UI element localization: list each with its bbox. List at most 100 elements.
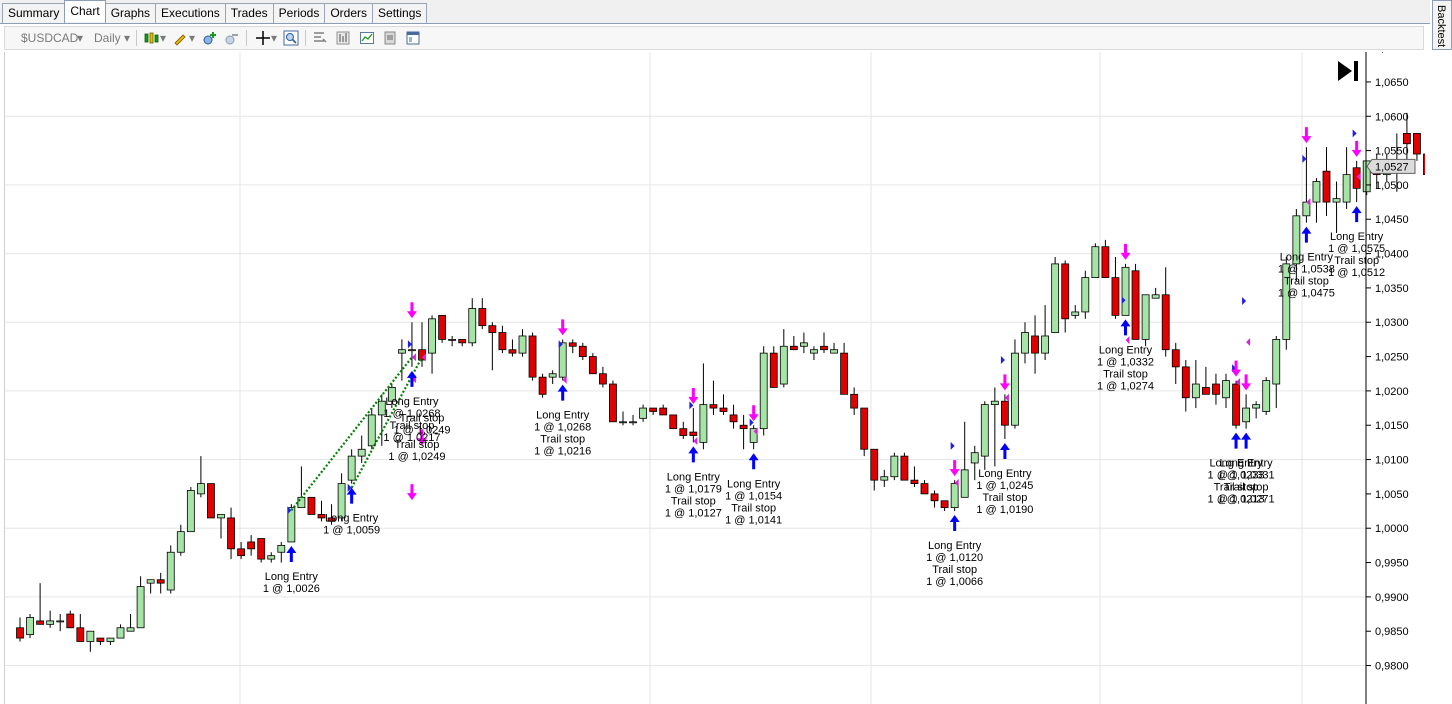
entry-arrow-icon bbox=[557, 384, 568, 401]
candlestick-icon[interactable] bbox=[143, 30, 159, 46]
candle-body bbox=[1141, 294, 1150, 340]
candle-body bbox=[116, 627, 125, 639]
tab-graphs[interactable]: Graphs bbox=[104, 3, 157, 23]
entry-fill-marker bbox=[950, 441, 955, 450]
crosshair-icon[interactable] bbox=[255, 30, 271, 46]
tab-executions[interactable]: Executions bbox=[155, 3, 226, 23]
candle-body bbox=[1131, 270, 1140, 340]
trade-annotation: Trail stop bbox=[731, 502, 776, 514]
candle-body bbox=[659, 407, 668, 416]
candlestick-dropdown-arrow-icon[interactable]: ▾ bbox=[160, 29, 166, 47]
candle-body bbox=[960, 469, 969, 498]
candle-body bbox=[428, 318, 436, 354]
y-tick-label: 1,0000 bbox=[1375, 523, 1409, 535]
candle-body bbox=[488, 325, 497, 333]
pencil-dropdown-arrow-icon[interactable]: ▾ bbox=[189, 29, 195, 47]
trade-annotation: Trail stop bbox=[390, 420, 435, 432]
candle-body bbox=[1403, 133, 1411, 145]
chart-panel[interactable]: Long Entry 1 @ 1,0026 Trail stop 1 @ 1,0249… bbox=[4, 52, 1425, 704]
candle-body bbox=[950, 483, 959, 509]
entry-fill-marker bbox=[1000, 356, 1005, 364]
candle-body bbox=[26, 617, 34, 636]
candle-body bbox=[86, 630, 95, 642]
y-tick-label: 1,0450 bbox=[1375, 214, 1409, 226]
tab-settings[interactable]: Settings bbox=[372, 3, 428, 23]
tab-trades[interactable]: Trades bbox=[224, 3, 274, 23]
bar-style-icon[interactable] bbox=[335, 30, 351, 46]
trade-annotation: 1 @ 1,0217 bbox=[383, 432, 440, 444]
tab-summary[interactable]: Summary bbox=[2, 3, 66, 23]
zoom-in-icon[interactable] bbox=[202, 30, 218, 46]
candle-body bbox=[689, 431, 698, 436]
price-chart[interactable]: Long Entry1 @ 1,0026Trail stop1 @ 1,0249… bbox=[5, 52, 1425, 704]
candle-body bbox=[1031, 335, 1039, 354]
exit-fill-marker bbox=[1125, 336, 1130, 345]
candle-body bbox=[1061, 263, 1070, 320]
entry-arrow-icon bbox=[748, 453, 759, 470]
data-box-icon[interactable] bbox=[382, 30, 398, 46]
panel-icon[interactable] bbox=[405, 30, 421, 46]
trade-annotation: 1 @ 1,0332 bbox=[1097, 356, 1154, 368]
exit-fill-marker bbox=[693, 437, 698, 446]
entry-fill-marker bbox=[1302, 154, 1307, 163]
candle-body bbox=[548, 373, 557, 378]
candle-body bbox=[166, 551, 175, 591]
y-tick-label: 1,0250 bbox=[1375, 352, 1409, 364]
candle-body bbox=[1242, 407, 1250, 423]
candle-body bbox=[1262, 380, 1271, 412]
candle-body bbox=[588, 356, 597, 375]
candle-body bbox=[16, 627, 24, 639]
trade-annotation: 1 @ 1,0475 bbox=[1278, 288, 1335, 300]
candle-body bbox=[1312, 181, 1321, 203]
y-tick-label: 1,0700 bbox=[1375, 52, 1409, 55]
chart-toolbar: $USDCAD ▾ Daily ▾ ▾ ▾ ▾ bbox=[4, 26, 1424, 50]
chart-area-icon[interactable] bbox=[359, 30, 375, 46]
symbol-dropdown-arrow-icon[interactable]: ▾ bbox=[77, 29, 83, 47]
last-price-label: 1,0527 bbox=[1375, 161, 1409, 173]
candle-body bbox=[578, 345, 587, 357]
tab-orders[interactable]: Orders bbox=[324, 3, 374, 23]
toolbar-separator bbox=[246, 30, 247, 46]
y-tick-label: 0,9850 bbox=[1375, 626, 1409, 638]
trade-annotation: Trail stop bbox=[1284, 276, 1329, 288]
candle-body bbox=[1342, 174, 1351, 203]
period-dropdown-arrow-icon[interactable]: ▾ bbox=[124, 29, 130, 47]
entry-fill-marker bbox=[1242, 296, 1247, 305]
candle-body bbox=[508, 349, 517, 354]
candle-body bbox=[357, 448, 366, 457]
exit-arrow-icon bbox=[999, 374, 1010, 391]
candle-body bbox=[227, 517, 235, 550]
crosshair-dropdown-arrow-icon[interactable]: ▾ bbox=[271, 29, 277, 47]
trade-annotation: 1 @ 1,0331 bbox=[1218, 470, 1275, 482]
candle-body bbox=[649, 407, 658, 412]
exit-arrow-icon bbox=[406, 302, 417, 319]
candle-body bbox=[1111, 277, 1120, 316]
trade-annotation: 1 @ 1,0059 bbox=[323, 525, 380, 537]
candle-body bbox=[619, 421, 627, 424]
trade-annotation: 1 @ 1,0271 bbox=[1218, 494, 1275, 506]
trade-annotation: 1 @ 1,0154 bbox=[725, 490, 782, 502]
go-to-end-icon[interactable] bbox=[1338, 61, 1358, 81]
trade-annotation: 1 @ 1,0066 bbox=[926, 576, 983, 588]
candle-body bbox=[438, 314, 447, 340]
symbol-selector[interactable]: $USDCAD bbox=[21, 29, 78, 47]
candle-body bbox=[126, 627, 135, 632]
trade-annotation: Trail stop bbox=[540, 434, 585, 446]
y-tick-label: 0,9900 bbox=[1375, 592, 1409, 604]
candle-body bbox=[1413, 133, 1421, 155]
candle-body bbox=[528, 335, 537, 378]
tab-chart[interactable]: Chart bbox=[64, 0, 106, 22]
candle-body bbox=[1202, 387, 1210, 395]
magnifier-icon[interactable] bbox=[283, 30, 299, 46]
candle-body bbox=[408, 349, 416, 352]
properties-icon[interactable] bbox=[312, 30, 328, 46]
y-tick-label: 1,0550 bbox=[1375, 146, 1409, 158]
candle-body bbox=[769, 352, 778, 388]
zoom-out-icon[interactable] bbox=[224, 30, 240, 46]
pencil-icon[interactable] bbox=[172, 30, 188, 46]
tab-periods[interactable]: Periods bbox=[272, 3, 326, 23]
backtest-side-tab[interactable]: Backtest bbox=[1432, 0, 1452, 50]
period-selector[interactable]: Daily bbox=[94, 29, 121, 47]
trade-annotation: Long Entry bbox=[727, 478, 781, 490]
candle-body bbox=[1332, 198, 1341, 203]
